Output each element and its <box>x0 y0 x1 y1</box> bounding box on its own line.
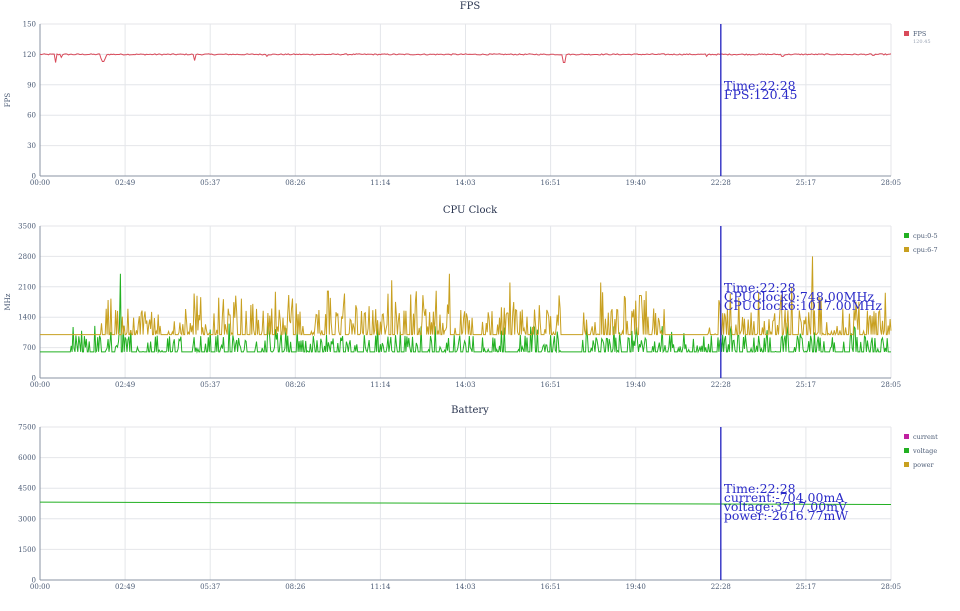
x-tick-label: 25:17 <box>796 583 816 591</box>
chart-cpu: CPU ClockMHz0700140021002800350000:00 02:… <box>4 205 938 389</box>
x-tick-label: 11:14 <box>370 381 391 389</box>
y-tick-label: 7500 <box>18 424 36 432</box>
x-tick-label: 08:26 <box>285 381 306 389</box>
x-tick-label: 08:26 <box>285 583 306 591</box>
chart-title: Battery <box>451 405 489 416</box>
x-tick-label: 16:51 <box>541 381 561 389</box>
chart-title: CPU Clock <box>443 205 498 216</box>
chart-battery: Battery01500300045006000750000:00 02:49 05… <box>18 405 938 591</box>
x-tick-label: 00:00 <box>30 381 50 389</box>
x-tick-label: 16:51 <box>541 179 561 187</box>
cursor-tooltip-line: FPS:120.45 <box>724 87 798 102</box>
x-tick-label: 14:03 <box>455 583 475 591</box>
x-tick-label: 19:40 <box>626 179 646 187</box>
x-tick-label: 14:03 <box>455 179 475 187</box>
x-tick-label: 22:28 <box>711 381 731 389</box>
legend-swatch <box>904 434 909 439</box>
legend-label: voltage <box>912 447 937 455</box>
x-tick-label: 05:37 <box>200 583 220 591</box>
y-axis-label: MHz <box>4 293 12 310</box>
y-tick-label: 3500 <box>18 223 36 231</box>
x-tick-label: 08:26 <box>285 179 306 187</box>
legend-sublabel: 120.45 <box>913 39 931 45</box>
x-tick-label: 19:40 <box>626 583 646 591</box>
y-tick-label: 60 <box>27 112 36 120</box>
x-tick-label: 11:14 <box>370 179 391 187</box>
legend-swatch <box>904 31 909 36</box>
performance-dashboard: FPS FPS 0 30 60 90 120 150 00:00 02:49 05:37 08:26 1… <box>0 0 960 606</box>
y-tick-label: 150 <box>23 21 36 29</box>
x-tick-label: 22:28 <box>711 583 731 591</box>
y-tick-label: 90 <box>27 81 36 89</box>
y-tick-label: 1400 <box>18 314 36 322</box>
x-tick-label: 28:05 <box>881 381 901 389</box>
x-tick-label: 16:51 <box>541 583 561 591</box>
cursor-tooltip-line: CPUClock6:1017.00MHz <box>724 298 883 313</box>
legend-label: current <box>913 433 938 441</box>
y-tick-label: 2100 <box>18 283 36 291</box>
y-tick-label: 4500 <box>18 485 36 493</box>
x-tick-label: 14:03 <box>455 381 475 389</box>
x-tick-label: 05:37 <box>200 381 220 389</box>
legend-label: FPS <box>913 30 926 38</box>
x-tick-label: 05:37 <box>200 179 220 187</box>
y-tick-label: 1500 <box>18 546 36 554</box>
chart-fps: FPSFPS030609012015000:00 02:49 05:37 08:26 1… <box>4 1 931 187</box>
y-tick-label: 6000 <box>18 454 36 462</box>
y-tick-label: 2800 <box>18 253 36 261</box>
x-tick-label: 25:17 <box>796 179 816 187</box>
x-tick-label: 19:40 <box>626 381 646 389</box>
y-tick-label: 3000 <box>18 515 36 523</box>
y-tick-label: 120 <box>23 51 36 59</box>
y-tick-label: 700 <box>23 344 36 352</box>
x-tick-label: 28:05 <box>881 179 901 187</box>
legend-label: cpu:6-7 <box>913 246 938 254</box>
x-tick-label: 02:49 <box>115 381 135 389</box>
legend-swatch <box>904 462 909 467</box>
cursor-tooltip-line: power:-2616.77mW <box>724 508 849 523</box>
x-tick-label: 11:14 <box>370 583 391 591</box>
x-tick-label: 00:00 <box>30 179 50 187</box>
x-tick-label: 02:49 <box>115 583 135 591</box>
x-tick-label: 02:49 <box>115 179 135 187</box>
x-tick-label: 25:17 <box>796 381 816 389</box>
y-axis-label: FPS <box>4 93 12 108</box>
y-tick-label: 30 <box>27 142 36 150</box>
x-tick-label: 22:28 <box>711 179 731 187</box>
charts-canvas: FPSFPS030609012015000:00 02:49 05:37 08:26 1… <box>4 1 938 591</box>
chart-title: FPS <box>460 1 481 12</box>
legend-label: cpu:0-5 <box>913 232 938 240</box>
x-tick-label: 28:05 <box>881 583 901 591</box>
legend-swatch <box>904 247 909 252</box>
legend-label: power <box>913 461 934 469</box>
legend-swatch <box>904 233 909 238</box>
x-tick-label: 00:00 <box>30 583 50 591</box>
legend-swatch <box>904 448 909 453</box>
